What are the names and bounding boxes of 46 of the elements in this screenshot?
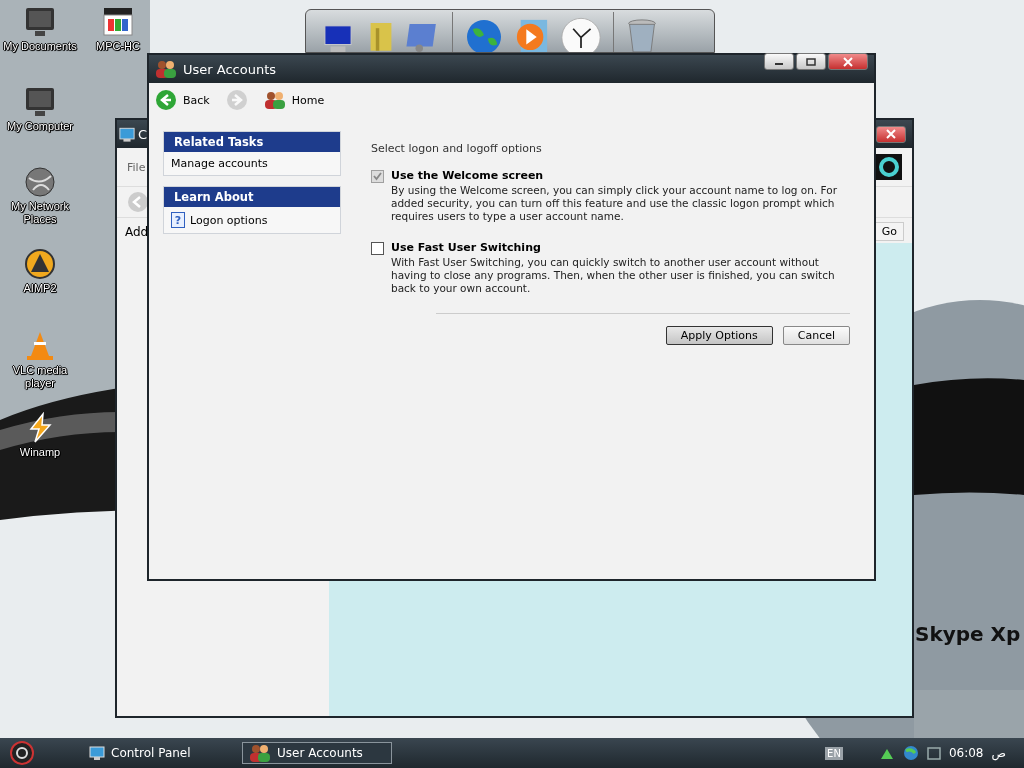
users-icon xyxy=(249,743,271,763)
option-description: By using the Welcome screen, you can simply click your account name to log on. For added security, you can turn off this feature and use the classic logon prompt which requires users to type a user account name. xyxy=(391,184,838,223)
window-title: User Accounts xyxy=(183,61,277,77)
monitor-icon xyxy=(23,6,57,38)
close-button[interactable] xyxy=(876,125,906,143)
panel-header: Related Tasks xyxy=(164,132,340,152)
globe-icon[interactable] xyxy=(465,18,503,52)
close-icon xyxy=(842,56,854,67)
users-icon xyxy=(155,59,177,79)
ring-icon xyxy=(876,154,902,180)
menu-item[interactable]: File xyxy=(127,160,146,174)
users-icon xyxy=(263,90,286,110)
clock-icon[interactable] xyxy=(561,16,601,52)
start-orb-icon[interactable] xyxy=(8,740,36,766)
task-link[interactable]: ? Logon options xyxy=(164,207,340,233)
option-label: Use Fast User Switching xyxy=(391,241,542,254)
option-description: With Fast User Switching, you can quickly switch to another user account without having to close any programs. Then, when the other user is finished, you can switch back to your own account. xyxy=(391,256,836,295)
home-button[interactable]: Home xyxy=(263,90,325,110)
checkbox[interactable] xyxy=(371,242,384,255)
close-button[interactable] xyxy=(828,53,868,70)
taskbar-button[interactable]: Control Panel xyxy=(82,742,232,764)
play-icon[interactable] xyxy=(515,18,549,52)
taskbar-button[interactable]: User Accounts xyxy=(242,742,392,764)
wallpaper-text: Skype Xp xyxy=(915,622,1021,646)
globe-icon[interactable] xyxy=(902,745,919,761)
option-label: Use the Welcome screen xyxy=(391,169,545,182)
close-icon xyxy=(885,129,897,139)
section-heading: Select logon and logoff options xyxy=(371,142,543,155)
desktop-icon-label[interactable]: Winamp xyxy=(19,446,61,459)
address-label: Add xyxy=(125,224,149,239)
maximize-icon xyxy=(806,57,816,66)
time-period: ص xyxy=(991,746,1006,760)
apply-button[interactable]: Apply Options xyxy=(665,326,773,345)
panel-header: Learn About xyxy=(164,187,340,207)
back-button[interactable]: Back xyxy=(155,89,210,111)
help-icon: ? xyxy=(171,212,185,228)
clock[interactable]: 06:08 xyxy=(948,746,984,760)
minimize-button[interactable] xyxy=(764,53,794,70)
window-title: C xyxy=(138,126,148,142)
task-link[interactable]: Manage accounts xyxy=(164,152,340,175)
monitor-icon xyxy=(23,86,57,118)
maximize-button[interactable] xyxy=(796,53,826,70)
globe-icon xyxy=(23,166,57,198)
cancel-button[interactable]: Cancel xyxy=(782,326,850,345)
clapperboard-icon xyxy=(101,6,135,38)
go-button[interactable]: Go xyxy=(874,222,904,241)
